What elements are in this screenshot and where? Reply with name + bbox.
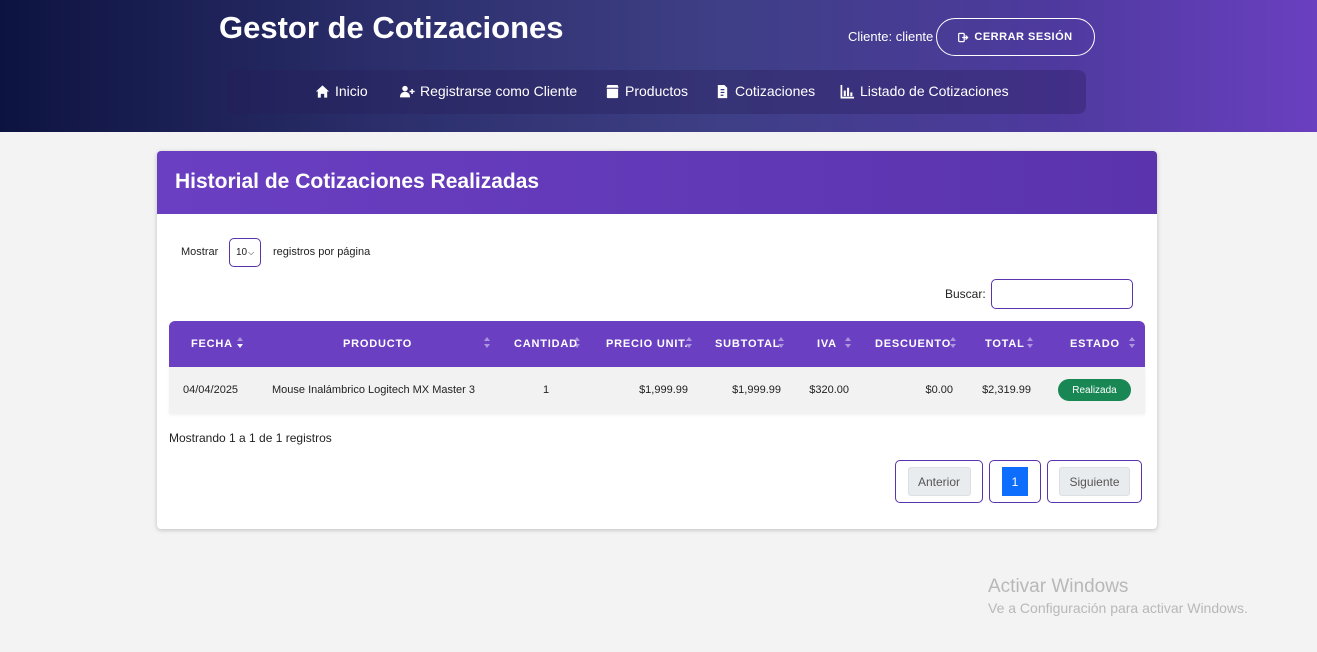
top-header: Gestor de Cotizaciones Cliente: cliente … [0,0,1317,132]
app-title: Gestor de Cotizaciones [219,10,564,45]
main-navbar: Inicio Registrarse como Cliente Producto… [227,70,1086,114]
sort-icon[interactable] [237,335,245,351]
column-header-producto[interactable]: Producto [343,338,412,350]
cell-total: $2,319.99 [982,384,1031,396]
quotes-history-card: Historial de Cotizaciones Realizadas Mos… [157,151,1157,529]
home-icon [315,84,330,98]
column-header-total[interactable]: Total [985,338,1025,350]
previous-label: Anterior [907,467,971,496]
column-header-iva[interactable]: IVA [817,338,837,350]
nav-item-inicio[interactable]: Inicio [315,83,368,99]
table-row: 04/04/2025 Mouse Inalámbrico Logitech MX… [169,367,1145,413]
chevron-down-icon: ⌵ [248,247,255,257]
sort-icon[interactable] [686,335,694,351]
search-input[interactable] [991,279,1133,309]
sort-icon[interactable] [1129,335,1137,351]
nav-item-label: Productos [625,83,689,99]
cell-fecha: 04/04/2025 [183,384,239,396]
card-title: Historial de Cotizaciones Realizadas [175,170,540,193]
nav-item-label: Registrarse como Cliente [420,83,578,99]
column-header-descuento[interactable]: Descuento [875,338,951,350]
sign-out-icon [958,32,969,42]
file-invoice-icon [717,84,728,98]
page-length-select[interactable]: 10 ⌵ [229,238,261,267]
sort-icon[interactable] [574,335,582,351]
watermark-subtitle: Ve a Configuración para activar Windows. [988,600,1248,616]
column-header-fecha[interactable]: Fecha [191,338,233,350]
pagination-page-1[interactable]: 1 [989,460,1041,503]
cell-precio-unit: $1,999.99 [639,384,688,396]
chart-icon [840,84,855,98]
box-icon [606,84,619,98]
sort-icon[interactable] [778,335,786,351]
logout-label: CERRAR SESIÓN [974,31,1073,43]
nav-item-label: Inicio [335,83,368,99]
sort-icon[interactable] [1027,335,1035,351]
windows-activation-watermark: Activar Windows Ve a Configuración para … [988,576,1248,616]
cell-producto: Mouse Inalámbrico Logitech MX Master 3 [272,384,475,396]
nav-item-registrarse[interactable]: Registrarse como Cliente [400,83,577,99]
user-plus-icon [400,85,415,97]
page-number: 1 [1002,467,1028,496]
next-label: Siguiente [1059,467,1130,496]
nav-item-cotizaciones[interactable]: Cotizaciones [715,83,815,99]
column-header-estado[interactable]: Estado [1070,338,1120,350]
table-header: Fecha Producto Cantidad Precio Unit. Sub… [169,321,1145,367]
logout-button[interactable]: CERRAR SESIÓN [936,18,1095,56]
pagination-next-button[interactable]: Siguiente [1047,460,1142,503]
column-header-cantidad[interactable]: Cantidad [514,338,578,350]
table-info: Mostrando 1 a 1 de 1 registros [169,431,332,445]
pagination-previous-button[interactable]: Anterior [895,460,983,503]
cell-cantidad: 1 [543,384,550,396]
client-label: Cliente: cliente [848,29,934,44]
column-header-subtotal[interactable]: Subtotal [715,338,780,350]
sort-icon[interactable] [950,335,958,351]
sort-icon[interactable] [845,335,853,351]
sort-icon[interactable] [484,335,492,351]
column-header-precio-unit[interactable]: Precio Unit. [606,338,688,350]
card-header: Historial de Cotizaciones Realizadas [157,151,1157,214]
nav-item-listado[interactable]: Listado de Cotizaciones [840,83,1009,99]
per-page-label: registros por página [273,246,371,258]
show-label: Mostrar [181,246,219,258]
status-badge: Realizada [1058,379,1131,401]
cell-descuento: $0.00 [925,384,953,396]
cell-subtotal: $1,999.99 [732,384,781,396]
watermark-title: Activar Windows [988,576,1129,597]
nav-item-productos[interactable]: Productos [605,83,688,99]
search-label: Buscar: [945,287,986,301]
page-length-value: 10 [236,247,248,258]
nav-item-label: Cotizaciones [735,83,816,99]
cell-iva: $320.00 [809,384,849,396]
nav-item-label: Listado de Cotizaciones [860,83,1009,99]
